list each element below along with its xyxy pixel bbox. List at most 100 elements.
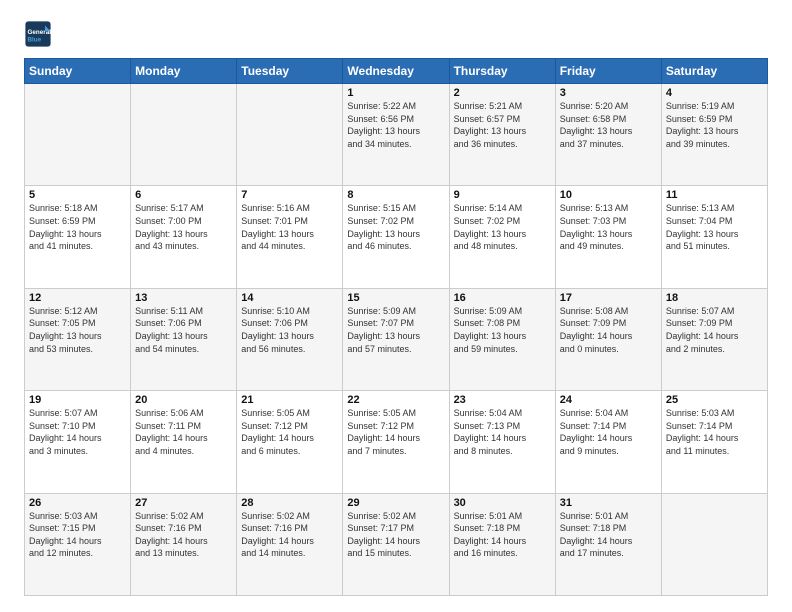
calendar-week-1: 1Sunrise: 5:22 AMSunset: 6:56 PMDaylight… bbox=[25, 84, 768, 186]
calendar-cell: 24Sunrise: 5:04 AMSunset: 7:14 PMDayligh… bbox=[555, 391, 661, 493]
calendar-cell: 27Sunrise: 5:02 AMSunset: 7:16 PMDayligh… bbox=[131, 493, 237, 595]
day-number: 16 bbox=[454, 292, 551, 304]
day-number: 22 bbox=[347, 394, 444, 406]
calendar-cell: 5Sunrise: 5:18 AMSunset: 6:59 PMDaylight… bbox=[25, 186, 131, 288]
calendar-week-4: 19Sunrise: 5:07 AMSunset: 7:10 PMDayligh… bbox=[25, 391, 768, 493]
day-info: Sunrise: 5:07 AMSunset: 7:09 PMDaylight:… bbox=[666, 305, 763, 355]
svg-text:Blue: Blue bbox=[28, 37, 42, 44]
day-info: Sunrise: 5:01 AMSunset: 7:18 PMDaylight:… bbox=[454, 510, 551, 560]
calendar-cell bbox=[237, 84, 343, 186]
day-number: 24 bbox=[560, 394, 657, 406]
day-number: 18 bbox=[666, 292, 763, 304]
day-info: Sunrise: 5:16 AMSunset: 7:01 PMDaylight:… bbox=[241, 202, 338, 252]
day-info: Sunrise: 5:04 AMSunset: 7:13 PMDaylight:… bbox=[454, 407, 551, 457]
calendar-cell: 15Sunrise: 5:09 AMSunset: 7:07 PMDayligh… bbox=[343, 288, 449, 390]
calendar-cell: 12Sunrise: 5:12 AMSunset: 7:05 PMDayligh… bbox=[25, 288, 131, 390]
day-info: Sunrise: 5:13 AMSunset: 7:03 PMDaylight:… bbox=[560, 202, 657, 252]
day-number: 19 bbox=[29, 394, 126, 406]
calendar-cell: 7Sunrise: 5:16 AMSunset: 7:01 PMDaylight… bbox=[237, 186, 343, 288]
day-info: Sunrise: 5:10 AMSunset: 7:06 PMDaylight:… bbox=[241, 305, 338, 355]
day-number: 26 bbox=[29, 497, 126, 509]
calendar-cell: 30Sunrise: 5:01 AMSunset: 7:18 PMDayligh… bbox=[449, 493, 555, 595]
weekday-header-tuesday: Tuesday bbox=[237, 59, 343, 84]
calendar-week-2: 5Sunrise: 5:18 AMSunset: 6:59 PMDaylight… bbox=[25, 186, 768, 288]
calendar-cell: 8Sunrise: 5:15 AMSunset: 7:02 PMDaylight… bbox=[343, 186, 449, 288]
calendar-cell: 3Sunrise: 5:20 AMSunset: 6:58 PMDaylight… bbox=[555, 84, 661, 186]
day-info: Sunrise: 5:09 AMSunset: 7:08 PMDaylight:… bbox=[454, 305, 551, 355]
day-info: Sunrise: 5:06 AMSunset: 7:11 PMDaylight:… bbox=[135, 407, 232, 457]
day-number: 11 bbox=[666, 189, 763, 201]
day-info: Sunrise: 5:03 AMSunset: 7:14 PMDaylight:… bbox=[666, 407, 763, 457]
day-info: Sunrise: 5:01 AMSunset: 7:18 PMDaylight:… bbox=[560, 510, 657, 560]
day-number: 5 bbox=[29, 189, 126, 201]
calendar-week-3: 12Sunrise: 5:12 AMSunset: 7:05 PMDayligh… bbox=[25, 288, 768, 390]
day-number: 9 bbox=[454, 189, 551, 201]
day-number: 29 bbox=[347, 497, 444, 509]
day-info: Sunrise: 5:02 AMSunset: 7:17 PMDaylight:… bbox=[347, 510, 444, 560]
day-info: Sunrise: 5:19 AMSunset: 6:59 PMDaylight:… bbox=[666, 100, 763, 150]
day-info: Sunrise: 5:07 AMSunset: 7:10 PMDaylight:… bbox=[29, 407, 126, 457]
calendar-cell: 25Sunrise: 5:03 AMSunset: 7:14 PMDayligh… bbox=[661, 391, 767, 493]
weekday-header-friday: Friday bbox=[555, 59, 661, 84]
calendar-cell: 11Sunrise: 5:13 AMSunset: 7:04 PMDayligh… bbox=[661, 186, 767, 288]
day-number: 17 bbox=[560, 292, 657, 304]
calendar-cell: 23Sunrise: 5:04 AMSunset: 7:13 PMDayligh… bbox=[449, 391, 555, 493]
calendar-table: SundayMondayTuesdayWednesdayThursdayFrid… bbox=[24, 58, 768, 596]
day-info: Sunrise: 5:20 AMSunset: 6:58 PMDaylight:… bbox=[560, 100, 657, 150]
day-number: 25 bbox=[666, 394, 763, 406]
calendar-cell: 9Sunrise: 5:14 AMSunset: 7:02 PMDaylight… bbox=[449, 186, 555, 288]
calendar-week-5: 26Sunrise: 5:03 AMSunset: 7:15 PMDayligh… bbox=[25, 493, 768, 595]
weekday-header-saturday: Saturday bbox=[661, 59, 767, 84]
day-number: 31 bbox=[560, 497, 657, 509]
calendar-page: General Blue SundayMondayTuesdayWednesda… bbox=[0, 0, 792, 612]
day-info: Sunrise: 5:03 AMSunset: 7:15 PMDaylight:… bbox=[29, 510, 126, 560]
day-info: Sunrise: 5:22 AMSunset: 6:56 PMDaylight:… bbox=[347, 100, 444, 150]
calendar-cell: 4Sunrise: 5:19 AMSunset: 6:59 PMDaylight… bbox=[661, 84, 767, 186]
day-number: 21 bbox=[241, 394, 338, 406]
day-info: Sunrise: 5:15 AMSunset: 7:02 PMDaylight:… bbox=[347, 202, 444, 252]
calendar-cell: 22Sunrise: 5:05 AMSunset: 7:12 PMDayligh… bbox=[343, 391, 449, 493]
calendar-cell bbox=[131, 84, 237, 186]
day-number: 20 bbox=[135, 394, 232, 406]
calendar-cell: 16Sunrise: 5:09 AMSunset: 7:08 PMDayligh… bbox=[449, 288, 555, 390]
day-number: 3 bbox=[560, 87, 657, 99]
day-info: Sunrise: 5:13 AMSunset: 7:04 PMDaylight:… bbox=[666, 202, 763, 252]
day-number: 2 bbox=[454, 87, 551, 99]
calendar-cell bbox=[25, 84, 131, 186]
calendar-cell: 17Sunrise: 5:08 AMSunset: 7:09 PMDayligh… bbox=[555, 288, 661, 390]
calendar-cell: 29Sunrise: 5:02 AMSunset: 7:17 PMDayligh… bbox=[343, 493, 449, 595]
day-info: Sunrise: 5:21 AMSunset: 6:57 PMDaylight:… bbox=[454, 100, 551, 150]
day-number: 15 bbox=[347, 292, 444, 304]
day-number: 27 bbox=[135, 497, 232, 509]
calendar-cell bbox=[661, 493, 767, 595]
calendar-cell: 10Sunrise: 5:13 AMSunset: 7:03 PMDayligh… bbox=[555, 186, 661, 288]
calendar-body: 1Sunrise: 5:22 AMSunset: 6:56 PMDaylight… bbox=[25, 84, 768, 596]
day-number: 13 bbox=[135, 292, 232, 304]
calendar-cell: 20Sunrise: 5:06 AMSunset: 7:11 PMDayligh… bbox=[131, 391, 237, 493]
weekday-header-thursday: Thursday bbox=[449, 59, 555, 84]
day-info: Sunrise: 5:14 AMSunset: 7:02 PMDaylight:… bbox=[454, 202, 551, 252]
day-info: Sunrise: 5:12 AMSunset: 7:05 PMDaylight:… bbox=[29, 305, 126, 355]
calendar-cell: 1Sunrise: 5:22 AMSunset: 6:56 PMDaylight… bbox=[343, 84, 449, 186]
day-number: 30 bbox=[454, 497, 551, 509]
day-info: Sunrise: 5:04 AMSunset: 7:14 PMDaylight:… bbox=[560, 407, 657, 457]
day-info: Sunrise: 5:02 AMSunset: 7:16 PMDaylight:… bbox=[135, 510, 232, 560]
day-number: 28 bbox=[241, 497, 338, 509]
calendar-cell: 21Sunrise: 5:05 AMSunset: 7:12 PMDayligh… bbox=[237, 391, 343, 493]
day-info: Sunrise: 5:09 AMSunset: 7:07 PMDaylight:… bbox=[347, 305, 444, 355]
calendar-cell: 28Sunrise: 5:02 AMSunset: 7:16 PMDayligh… bbox=[237, 493, 343, 595]
day-info: Sunrise: 5:08 AMSunset: 7:09 PMDaylight:… bbox=[560, 305, 657, 355]
day-number: 12 bbox=[29, 292, 126, 304]
day-info: Sunrise: 5:17 AMSunset: 7:00 PMDaylight:… bbox=[135, 202, 232, 252]
weekday-header-monday: Monday bbox=[131, 59, 237, 84]
day-number: 8 bbox=[347, 189, 444, 201]
day-number: 23 bbox=[454, 394, 551, 406]
calendar-cell: 19Sunrise: 5:07 AMSunset: 7:10 PMDayligh… bbox=[25, 391, 131, 493]
calendar-cell: 31Sunrise: 5:01 AMSunset: 7:18 PMDayligh… bbox=[555, 493, 661, 595]
day-info: Sunrise: 5:05 AMSunset: 7:12 PMDaylight:… bbox=[347, 407, 444, 457]
calendar-cell: 18Sunrise: 5:07 AMSunset: 7:09 PMDayligh… bbox=[661, 288, 767, 390]
calendar-cell: 6Sunrise: 5:17 AMSunset: 7:00 PMDaylight… bbox=[131, 186, 237, 288]
weekday-header-wednesday: Wednesday bbox=[343, 59, 449, 84]
calendar-cell: 2Sunrise: 5:21 AMSunset: 6:57 PMDaylight… bbox=[449, 84, 555, 186]
day-number: 6 bbox=[135, 189, 232, 201]
